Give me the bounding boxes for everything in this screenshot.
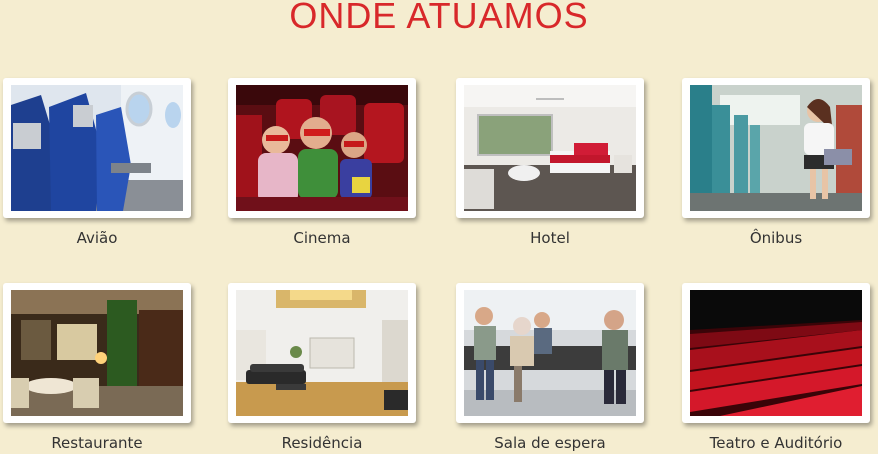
location-label: Cinema bbox=[293, 229, 351, 247]
location-card-residencia[interactable]: Residência bbox=[228, 283, 416, 452]
location-card-restaurante[interactable]: Restaurante bbox=[3, 283, 191, 452]
hotel-room-photo bbox=[464, 85, 636, 211]
airplane-cabin-photo bbox=[11, 85, 183, 211]
location-label: Residência bbox=[281, 434, 363, 452]
photo-frame bbox=[456, 78, 644, 218]
living-room-photo bbox=[236, 290, 408, 416]
photo-frame bbox=[3, 283, 191, 423]
waiting-room-photo bbox=[464, 290, 636, 416]
photo-frame bbox=[682, 78, 870, 218]
section-title: ONDE ATUAMOS bbox=[289, 0, 589, 36]
location-label: Ônibus bbox=[749, 229, 803, 247]
restaurant-interior-photo bbox=[11, 290, 183, 416]
photo-frame bbox=[228, 283, 416, 423]
location-card-onibus[interactable]: Ônibus bbox=[682, 78, 870, 247]
location-card-sala-de-espera[interactable]: Sala de espera bbox=[456, 283, 644, 452]
location-card-hotel[interactable]: Hotel bbox=[456, 78, 644, 247]
photo-frame bbox=[3, 78, 191, 218]
photo-frame bbox=[456, 283, 644, 423]
location-card-aviao[interactable]: Avião bbox=[3, 78, 191, 247]
location-label: Teatro e Auditório bbox=[709, 434, 843, 452]
location-label: Avião bbox=[76, 229, 118, 247]
location-label: Restaurante bbox=[51, 434, 143, 452]
cinema-audience-photo bbox=[236, 85, 408, 211]
location-label: Sala de espera bbox=[494, 434, 606, 452]
location-label: Hotel bbox=[530, 229, 570, 247]
theater-seats-photo bbox=[690, 290, 862, 416]
bus-interior-photo bbox=[690, 85, 862, 211]
photo-frame bbox=[682, 283, 870, 423]
location-card-teatro-auditorio[interactable]: Teatro e Auditório bbox=[682, 283, 870, 452]
location-card-cinema[interactable]: Cinema bbox=[228, 78, 416, 247]
photo-frame bbox=[228, 78, 416, 218]
